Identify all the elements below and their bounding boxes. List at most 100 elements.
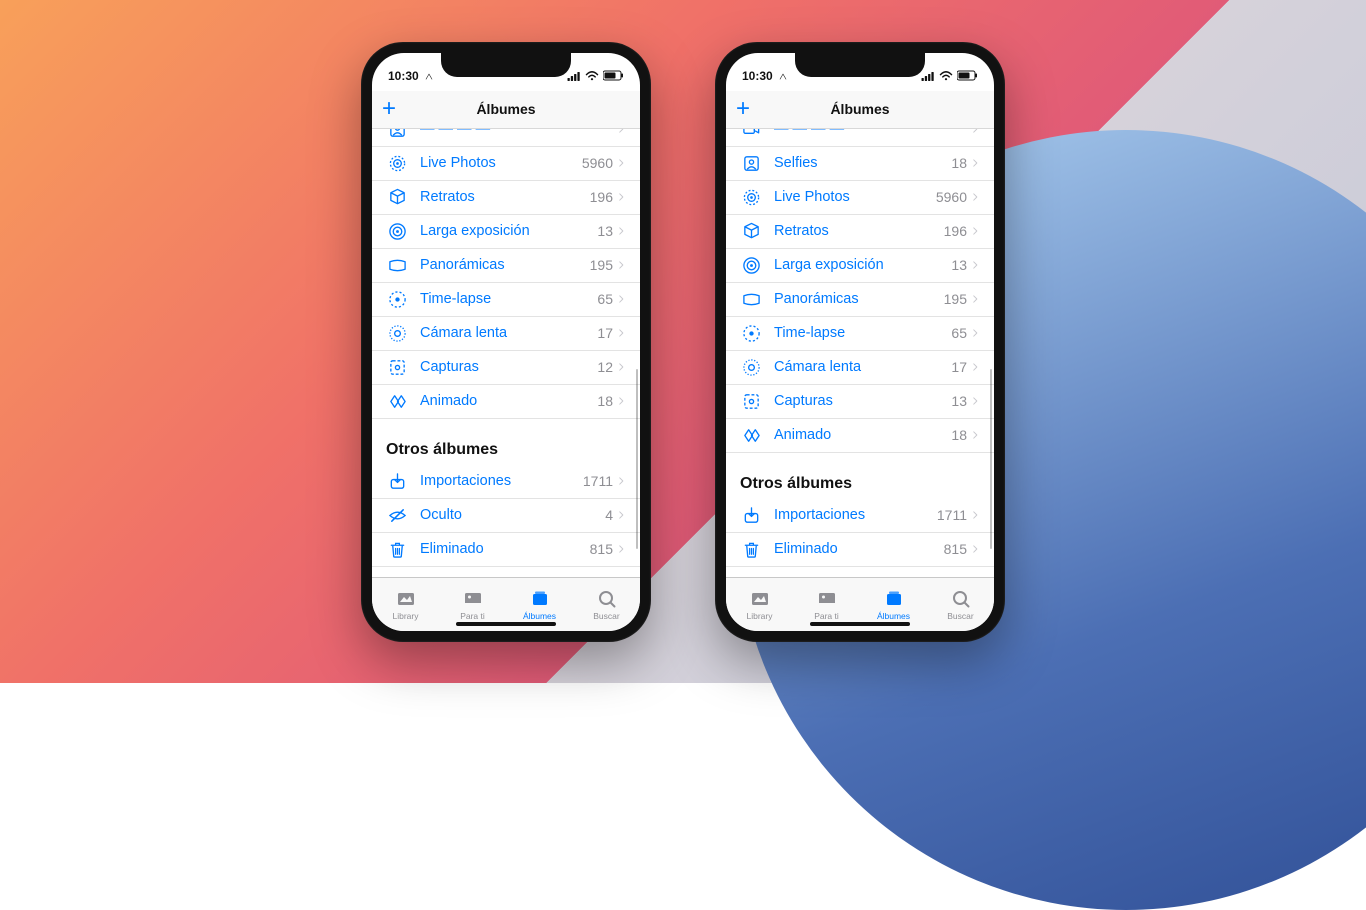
- chevron-right-icon: [617, 292, 626, 306]
- album-label: Live Photos: [774, 189, 936, 205]
- slowmo-icon: [740, 358, 762, 377]
- phone-right: 10:30 + Álbumes — — — — Selfies 18 Live …: [715, 42, 1005, 642]
- content[interactable]: — — — — Live Photos 5960 Retratos 196 La…: [372, 129, 640, 577]
- album-label: Selfies: [774, 155, 951, 171]
- album-row[interactable]: Time-lapse 65: [726, 317, 994, 351]
- animated-icon: [386, 392, 408, 411]
- album-row[interactable]: Panorámicas 195: [726, 283, 994, 317]
- tab-label: Para ti: [460, 611, 485, 621]
- album-label: Live Photos: [420, 155, 582, 171]
- tab-search[interactable]: Buscar: [573, 578, 640, 631]
- chevron-right-icon: [971, 508, 980, 522]
- album-label: Capturas: [774, 393, 951, 409]
- album-row[interactable]: Importaciones 1711: [726, 499, 994, 533]
- pano-icon: [740, 290, 762, 309]
- content[interactable]: — — — — Selfies 18 Live Photos 5960 Retr…: [726, 129, 994, 577]
- home-indicator[interactable]: [456, 622, 556, 626]
- album-row[interactable]: Panorámicas 195: [372, 249, 640, 283]
- album-label: — — — —: [774, 129, 967, 138]
- album-count: 815: [590, 541, 613, 557]
- location-icon: [425, 73, 433, 81]
- album-row[interactable]: Live Photos 5960: [372, 147, 640, 181]
- foryou-icon: [816, 588, 838, 610]
- album-label: Retratos: [774, 223, 944, 239]
- import-icon: [386, 472, 408, 491]
- album-label: Time-lapse: [420, 291, 597, 307]
- chevron-right-icon: [617, 190, 626, 204]
- status-time: 10:30: [742, 69, 773, 83]
- foryou-icon: [462, 588, 484, 610]
- album-label: Panorámicas: [420, 257, 590, 273]
- album-count: 196: [944, 223, 967, 239]
- album-label: Animado: [774, 427, 951, 443]
- chevron-right-icon: [617, 360, 626, 374]
- pano-icon: [386, 256, 408, 275]
- portrait-icon: [386, 188, 408, 207]
- album-row[interactable]: Capturas 12: [372, 351, 640, 385]
- album-count: 17: [951, 359, 967, 375]
- album-row[interactable]: Time-lapse 65: [372, 283, 640, 317]
- album-count: 65: [597, 291, 613, 307]
- nav-bar: + Álbumes: [372, 91, 640, 129]
- album-row[interactable]: — — — —: [372, 129, 640, 147]
- tab-library[interactable]: Library: [726, 578, 793, 631]
- tab-label: Library: [393, 611, 419, 621]
- album-row[interactable]: Animado 18: [372, 385, 640, 419]
- section-other-albums: Otros álbumes: [372, 419, 640, 465]
- album-row[interactable]: Selfies 18: [726, 147, 994, 181]
- album-label: Cámara lenta: [774, 359, 951, 375]
- album-row[interactable]: Eliminado 815: [726, 533, 994, 567]
- chevron-right-icon: [617, 156, 626, 170]
- album-row[interactable]: Cámara lenta 17: [726, 351, 994, 385]
- tab-library[interactable]: Library: [372, 578, 439, 631]
- album-row[interactable]: Larga exposición 13: [372, 215, 640, 249]
- album-label: Panorámicas: [774, 291, 944, 307]
- portrait-icon: [740, 222, 762, 241]
- section-other-albums: Otros álbumes: [726, 453, 994, 499]
- signal-icon: [567, 70, 581, 81]
- live-icon: [386, 154, 408, 173]
- album-row[interactable]: Larga exposición 13: [726, 249, 994, 283]
- battery-icon: [603, 70, 624, 81]
- album-label: Eliminado: [774, 541, 944, 557]
- album-row[interactable]: Importaciones 1711: [372, 465, 640, 499]
- album-label: Importaciones: [774, 507, 937, 523]
- album-row[interactable]: Cámara lenta 17: [372, 317, 640, 351]
- album-count: 18: [951, 427, 967, 443]
- tab-label: Library: [747, 611, 773, 621]
- album-row[interactable]: Eliminado 815: [372, 533, 640, 567]
- album-count: 17: [597, 325, 613, 341]
- album-label: Capturas: [420, 359, 597, 375]
- album-row[interactable]: Animado 18: [726, 419, 994, 453]
- library-icon: [749, 588, 771, 610]
- chevron-right-icon: [971, 428, 980, 442]
- chevron-right-icon: [971, 129, 980, 137]
- chevron-right-icon: [971, 360, 980, 374]
- chevron-right-icon: [617, 394, 626, 408]
- animated-icon: [740, 426, 762, 445]
- album-row[interactable]: Live Photos 5960: [726, 181, 994, 215]
- phone-left: 10:30 + Álbumes — — — — Live Photos 5960…: [361, 42, 651, 642]
- album-count: 1711: [937, 507, 967, 523]
- album-row[interactable]: Capturas 13: [726, 385, 994, 419]
- video-icon: [740, 129, 762, 139]
- chevron-right-icon: [971, 292, 980, 306]
- wifi-icon: [585, 70, 599, 81]
- album-row[interactable]: Retratos 196: [372, 181, 640, 215]
- chevron-right-icon: [971, 258, 980, 272]
- album-count: 13: [951, 257, 967, 273]
- chevron-right-icon: [617, 326, 626, 340]
- album-row[interactable]: — — — —: [726, 129, 994, 147]
- home-indicator[interactable]: [810, 622, 910, 626]
- hidden-icon: [386, 506, 408, 525]
- wifi-icon: [939, 70, 953, 81]
- album-label: Larga exposición: [774, 257, 951, 273]
- tab-search[interactable]: Buscar: [927, 578, 994, 631]
- search-icon: [597, 588, 617, 610]
- album-label: Animado: [420, 393, 597, 409]
- album-label: Larga exposición: [420, 223, 597, 239]
- location-icon: [779, 73, 787, 81]
- album-label: Importaciones: [420, 473, 583, 489]
- album-row[interactable]: Retratos 196: [726, 215, 994, 249]
- album-row[interactable]: Oculto 4: [372, 499, 640, 533]
